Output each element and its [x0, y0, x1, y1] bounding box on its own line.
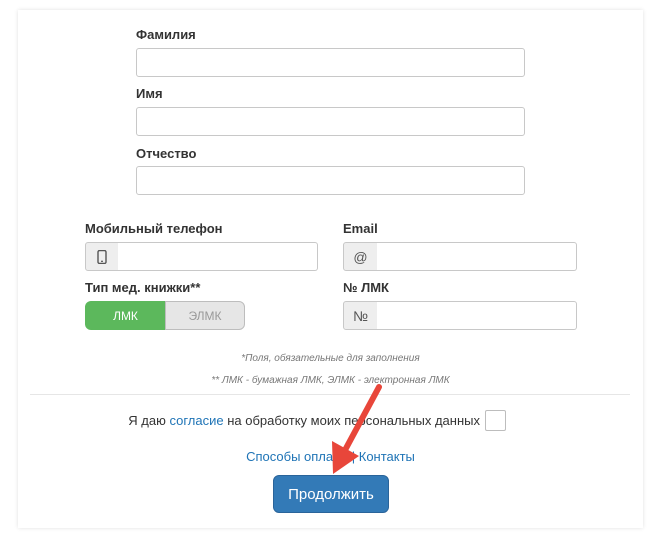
first-name-label: Имя — [136, 86, 163, 101]
book-type-label: Тип мед. книжки** — [85, 280, 201, 295]
footer-links: Способы оплаты | Контакты — [0, 449, 661, 464]
types-note: ** ЛМК - бумажная ЛМК, ЭЛМК - электронна… — [211, 375, 450, 386]
phone-input[interactable] — [118, 242, 318, 271]
phone-label: Мобильный телефон — [85, 221, 223, 236]
toggle-lmk[interactable]: ЛМК — [85, 301, 166, 330]
last-name-input[interactable] — [136, 48, 525, 77]
middle-name-input[interactable] — [136, 166, 525, 195]
consent-text: Я даю согласие на обработку моих персона… — [0, 413, 480, 428]
email-addon: @ — [343, 242, 378, 271]
phone-addon — [85, 242, 119, 271]
email-input[interactable] — [377, 242, 577, 271]
email-label: Email — [343, 221, 378, 236]
consent-suffix: на обработку моих персональных данных — [223, 413, 480, 428]
last-name-label: Фамилия — [136, 27, 196, 42]
required-note: *Поля, обязательные для заполнения — [241, 353, 420, 364]
first-name-input[interactable] — [136, 107, 525, 136]
payment-methods-link[interactable]: Способы оплаты — [246, 449, 348, 464]
at-sign-icon: @ — [353, 248, 368, 265]
lmk-number-addon: № — [343, 301, 378, 330]
consent-prefix: Я даю — [128, 413, 170, 428]
links-separator: | — [348, 449, 359, 464]
divider — [30, 394, 630, 395]
continue-button[interactable]: Продолжить — [273, 475, 389, 513]
lmk-number-label: № ЛМК — [343, 280, 389, 295]
toggle-elmk[interactable]: ЭЛМК — [165, 301, 245, 330]
consent-link[interactable]: согласие — [169, 413, 223, 428]
consent-checkbox[interactable] — [485, 410, 506, 431]
number-sign-icon: № — [352, 307, 369, 324]
lmk-number-input[interactable] — [377, 301, 577, 330]
contacts-link[interactable]: Контакты — [359, 449, 415, 464]
middle-name-label: Отчество — [136, 146, 197, 161]
mobile-phone-icon — [97, 249, 107, 264]
